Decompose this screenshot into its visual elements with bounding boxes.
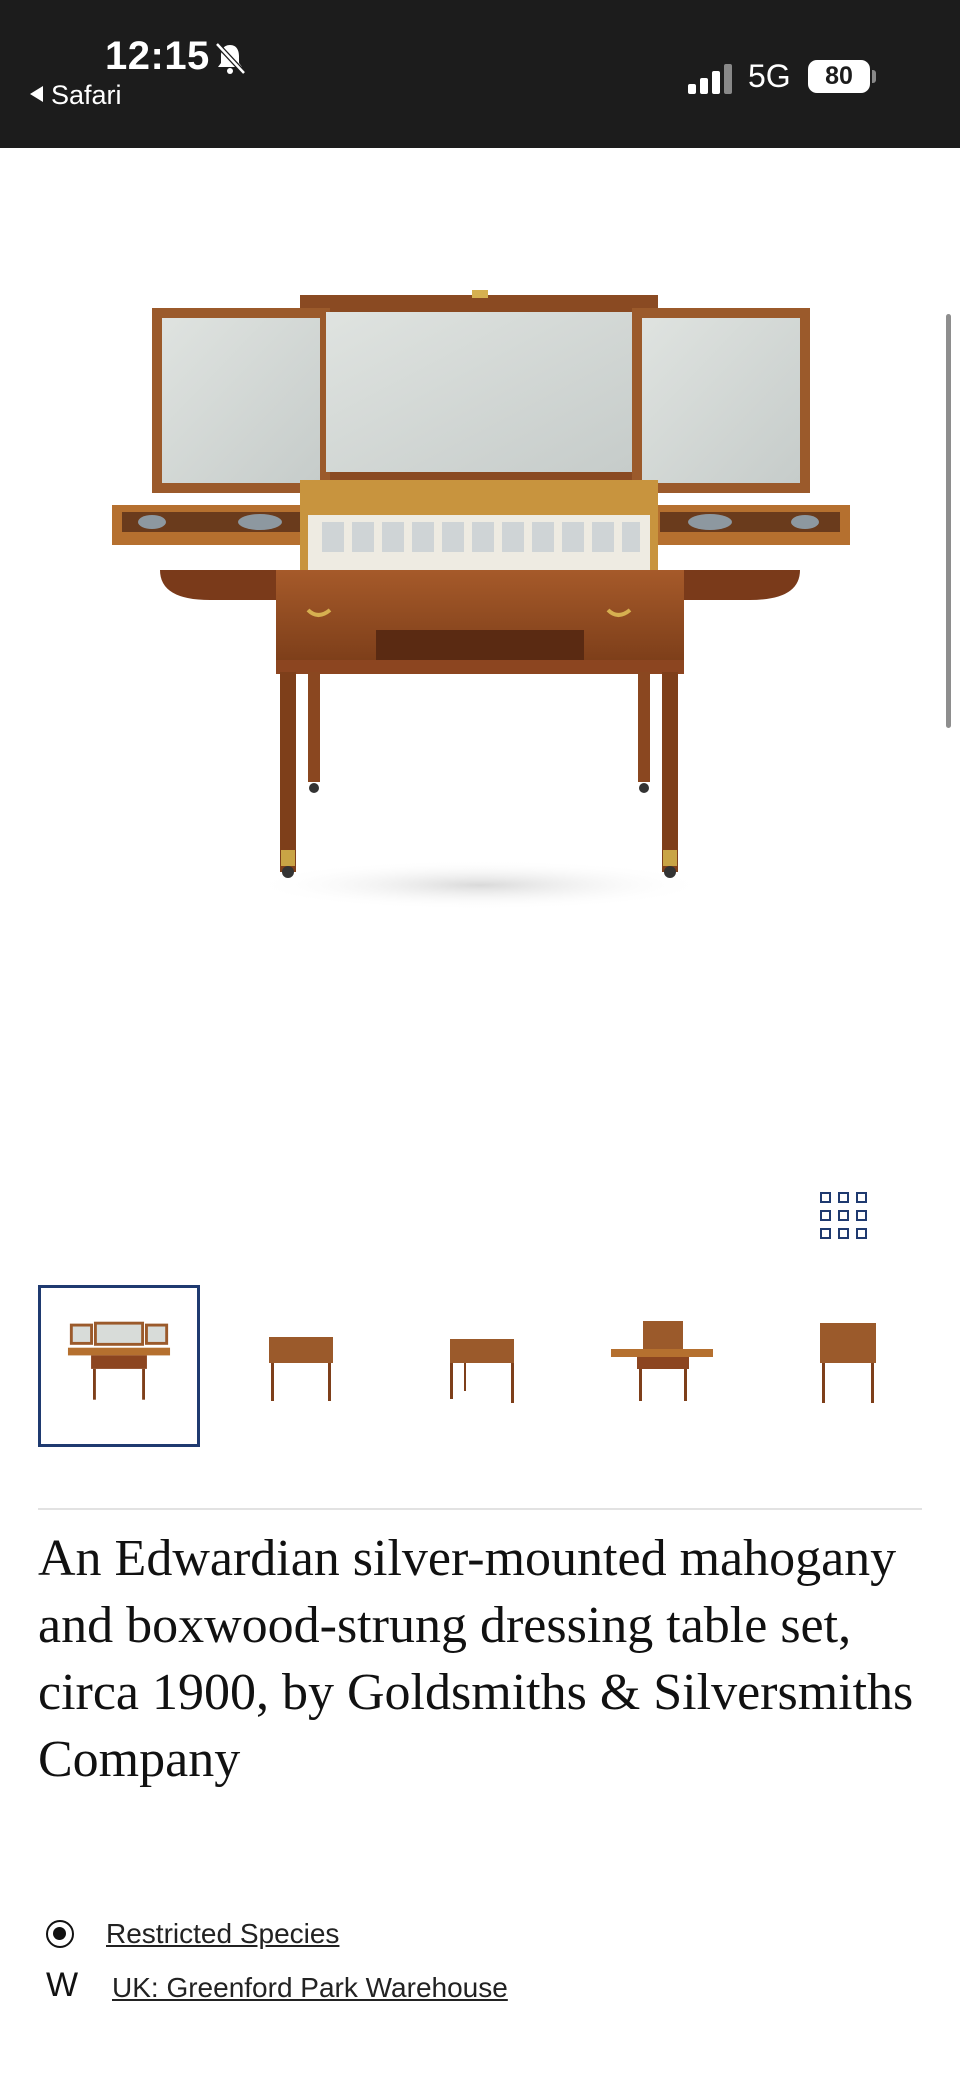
restricted-species-row: Restricted Species [38,1912,638,1956]
back-arrow-icon [30,86,43,102]
thumbnail-angle[interactable] [400,1285,562,1447]
thumbnail-strip [38,1285,924,1447]
lot-title: An Edwardian silver-mounted mahogany and… [38,1530,914,1788]
warehouse-link[interactable]: UK: Greenford Park Warehouse [112,1972,508,2004]
thumbnail-image [611,1321,713,1401]
battery-icon: 80 [808,60,870,93]
section-divider [38,1508,922,1510]
grid-cell [856,1192,867,1203]
grid-cell [838,1228,849,1239]
warehouse-w-icon: W [46,1966,79,2004]
back-to-safari[interactable]: Safari [30,80,122,111]
warehouse-row: W UK: Greenford Park Warehouse [38,1966,738,2010]
battery-tip [872,70,876,83]
grid-cell [820,1192,831,1203]
network-type: 5G [748,58,791,94]
thumbnail-open-mirrors[interactable] [38,1285,200,1447]
grid-cell [838,1210,849,1221]
thumbnail-image [450,1339,514,1403]
cellular-signal-icon [688,64,732,94]
thumbnail-image [269,1337,333,1401]
grid-cell [820,1228,831,1239]
grid-cell [820,1210,831,1221]
thumbnail-image [820,1323,876,1403]
thumbnail-image [67,1321,171,1400]
thumbnail-side[interactable] [762,1285,924,1447]
gallery-grid-icon[interactable] [820,1192,870,1242]
back-label: Safari [51,80,122,110]
thumbnail-front[interactable] [219,1285,381,1447]
main-product-image[interactable] [100,280,860,950]
status-bar: 12:15 Safari 5G 80 [0,0,960,148]
grid-cell [838,1192,849,1203]
bell-muted-icon [215,42,246,75]
grid-cell [856,1228,867,1239]
status-time: 12:15 [105,34,210,78]
restricted-species-link[interactable]: Restricted Species [106,1918,339,1950]
restricted-species-icon [46,1920,74,1948]
thumbnail-top-open[interactable] [581,1285,743,1447]
page-scrollbar[interactable] [946,314,951,728]
grid-cell [856,1210,867,1221]
